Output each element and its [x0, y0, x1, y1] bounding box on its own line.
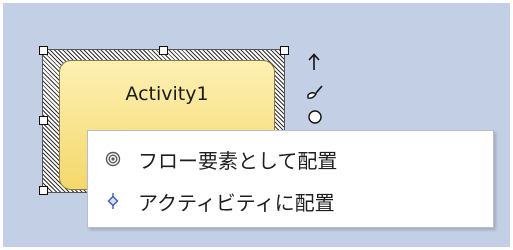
menu-item-label: フロー要素として配置: [138, 148, 338, 173]
menu-item-place-on-activity[interactable]: アクティビティに配置: [88, 181, 493, 221]
resize-handle-bottom-left[interactable]: [39, 186, 48, 195]
paint-brush-icon[interactable]: [305, 82, 325, 106]
activity-label: Activity1: [125, 83, 209, 105]
resize-handle-top-right[interactable]: [280, 46, 289, 55]
resize-handle-left[interactable]: [39, 116, 48, 125]
menu-item-place-as-flow-element[interactable]: フロー要素として配置: [88, 139, 493, 179]
context-menu: フロー要素として配置 アクティビティに配置: [87, 130, 494, 228]
arrow-up-icon[interactable]: [307, 53, 321, 75]
resize-handle-top-left[interactable]: [39, 46, 48, 55]
resize-handle-top[interactable]: [159, 46, 168, 55]
menu-item-label: アクティビティに配置: [138, 190, 335, 215]
diamond-pin-icon: [105, 193, 121, 209]
target-icon: [105, 151, 121, 167]
circle-icon[interactable]: [307, 109, 323, 129]
